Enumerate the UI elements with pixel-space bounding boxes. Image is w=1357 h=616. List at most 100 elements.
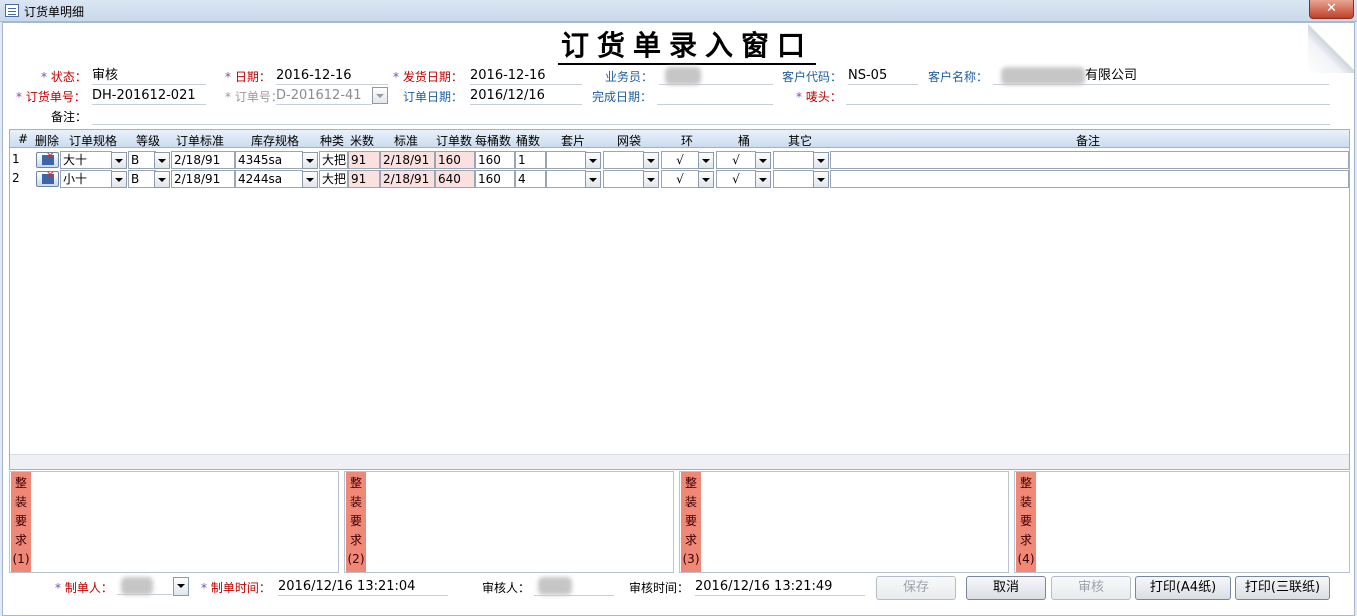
col-header-remark: 备注	[1076, 134, 1101, 148]
remark-cell[interactable]	[830, 151, 1349, 169]
ring-dropdown[interactable]	[698, 152, 714, 169]
audit-button[interactable]: 审核	[1051, 576, 1131, 600]
per-barrel-cell[interactable]: 160	[475, 170, 515, 188]
spec-cell[interactable]: 小十	[60, 170, 112, 188]
form-icon	[5, 4, 19, 17]
order-ref-field[interactable]: D-201612-41	[276, 87, 372, 105]
order-qty-cell[interactable]: 640	[435, 170, 475, 188]
stock-spec-cell[interactable]: 4244sa	[235, 170, 303, 188]
net-bag-dropdown[interactable]	[643, 152, 659, 169]
barrel-cell[interactable]: √	[716, 170, 756, 188]
ring-cell[interactable]: √	[661, 170, 699, 188]
order-std-cell[interactable]: 2/18/91	[171, 170, 235, 188]
barrels-cell[interactable]: 4	[515, 170, 546, 188]
salesman-label: 业务员：	[605, 70, 654, 84]
barrel-cell[interactable]: √	[716, 151, 756, 169]
std-cell[interactable]: 2/18/91	[380, 151, 435, 169]
barrel-dropdown[interactable]	[755, 152, 771, 169]
net-bag-dropdown[interactable]	[643, 171, 659, 188]
meters-cell[interactable]: 91	[348, 170, 380, 188]
delete-icon	[42, 151, 54, 165]
maker-dropdown[interactable]	[173, 577, 189, 596]
date-label: * 日期：	[225, 70, 271, 84]
grade-dropdown[interactable]	[154, 152, 170, 169]
mark-field[interactable]	[846, 87, 1330, 105]
customer-code-field[interactable]: NS-05	[848, 67, 918, 85]
spec-cell[interactable]: 大十	[60, 151, 112, 169]
order-detail-grid: # 删除 订单规格 等级 订单标准 库存规格 种类 米数 标准 订单数 每桶数 …	[9, 129, 1350, 470]
print-triple-button[interactable]: 打印(三联纸)	[1235, 576, 1330, 600]
col-header-net-bag: 网袋	[617, 134, 642, 148]
window-titlebar: 订货单明细 ✕	[0, 0, 1357, 22]
kind-cell[interactable]: 大把	[319, 170, 348, 188]
delete-row-button[interactable]	[36, 151, 59, 168]
delete-row-button[interactable]	[36, 170, 59, 187]
order-date-field[interactable]: 2016/12/16	[470, 87, 582, 105]
status-field[interactable]: 审核	[92, 67, 206, 85]
page-curl-icon	[1308, 23, 1354, 73]
sets-dropdown[interactable]	[585, 152, 601, 169]
finish-date-field[interactable]	[657, 87, 773, 105]
grid-horizontal-scrollbar[interactable]	[10, 454, 1349, 469]
col-header-spec: 订单规格	[69, 134, 118, 148]
window-title: 订货单明细	[24, 5, 85, 19]
meters-cell[interactable]: 91	[348, 151, 380, 169]
audit-time-field[interactable]: 2016/12/16 13:21:49	[695, 578, 865, 596]
form-title: 订货单录入窗口	[558, 29, 816, 65]
remark-cell[interactable]	[830, 170, 1349, 188]
remark-label: 备注：	[51, 110, 88, 124]
sets-cell[interactable]	[546, 151, 586, 169]
spec-dropdown[interactable]	[111, 152, 127, 169]
maker-label: * 制单人：	[55, 581, 113, 595]
barrel-dropdown[interactable]	[755, 171, 771, 188]
stock-spec-cell[interactable]: 4345sa	[235, 151, 303, 169]
print-a4-button[interactable]: 打印(A4纸)	[1135, 576, 1231, 600]
other-dropdown[interactable]	[813, 171, 829, 188]
order-qty-cell[interactable]: 160	[435, 151, 475, 169]
packing-requirement-1-field[interactable]	[33, 475, 333, 493]
remark-field[interactable]	[92, 107, 1330, 125]
sets-dropdown[interactable]	[585, 171, 601, 188]
stock-spec-dropdown[interactable]	[302, 152, 318, 169]
net-bag-cell[interactable]	[603, 170, 644, 188]
close-button[interactable]: ✕	[1309, 0, 1354, 19]
stock-spec-dropdown[interactable]	[302, 171, 318, 188]
ship-date-field[interactable]: 2016-12-16	[470, 67, 582, 85]
date-field[interactable]: 2016-12-16	[276, 67, 388, 85]
grade-cell[interactable]: B	[128, 170, 156, 188]
packing-requirement-3-field[interactable]	[703, 475, 1003, 493]
order-std-cell[interactable]: 2/18/91	[171, 151, 235, 169]
order-ref-dropdown[interactable]	[372, 87, 388, 104]
grade-dropdown[interactable]	[154, 171, 170, 188]
col-header-kind: 种类	[320, 134, 345, 148]
col-header-sets: 套片	[561, 134, 586, 148]
ring-dropdown[interactable]	[698, 171, 714, 188]
grade-cell[interactable]: B	[128, 151, 156, 169]
packing-requirement-2-field[interactable]	[368, 475, 668, 493]
make-time-field[interactable]: 2016/12/16 13:21:04	[278, 578, 448, 596]
kind-cell[interactable]: 大把	[319, 151, 348, 169]
packing-requirement-3-label: 整装要求 (3)	[681, 472, 701, 572]
col-header-order-std: 订单标准	[176, 134, 225, 148]
ring-cell[interactable]: √	[661, 151, 699, 169]
net-bag-cell[interactable]	[603, 151, 644, 169]
order-no-field[interactable]: DH-201612-021	[92, 87, 206, 105]
col-header-ring: 环	[681, 134, 694, 148]
order-date-label: 订单日期：	[403, 90, 464, 104]
barrels-cell[interactable]: 1	[515, 151, 546, 169]
status-label: * 状态：	[41, 70, 87, 84]
other-cell[interactable]	[773, 151, 814, 169]
std-cell[interactable]: 2/18/91	[380, 170, 435, 188]
table-row[interactable]: 2 小十 B 2/18/91 4244sa 大把 91 2/18/91 640 …	[10, 170, 1349, 188]
other-dropdown[interactable]	[813, 152, 829, 169]
order-ref-label: * 订单号：	[225, 90, 283, 104]
cancel-button[interactable]: 取消	[966, 576, 1046, 600]
other-cell[interactable]	[773, 170, 814, 188]
packing-requirement-4-field[interactable]	[1038, 475, 1344, 493]
save-button[interactable]: 保存	[876, 576, 956, 600]
table-row[interactable]: 1 大十 B 2/18/91 4345sa 大把 91 2/18/91 160 …	[10, 151, 1349, 169]
sets-cell[interactable]	[546, 170, 586, 188]
spec-dropdown[interactable]	[111, 171, 127, 188]
redacted-auditor	[538, 577, 572, 595]
per-barrel-cell[interactable]: 160	[475, 151, 515, 169]
